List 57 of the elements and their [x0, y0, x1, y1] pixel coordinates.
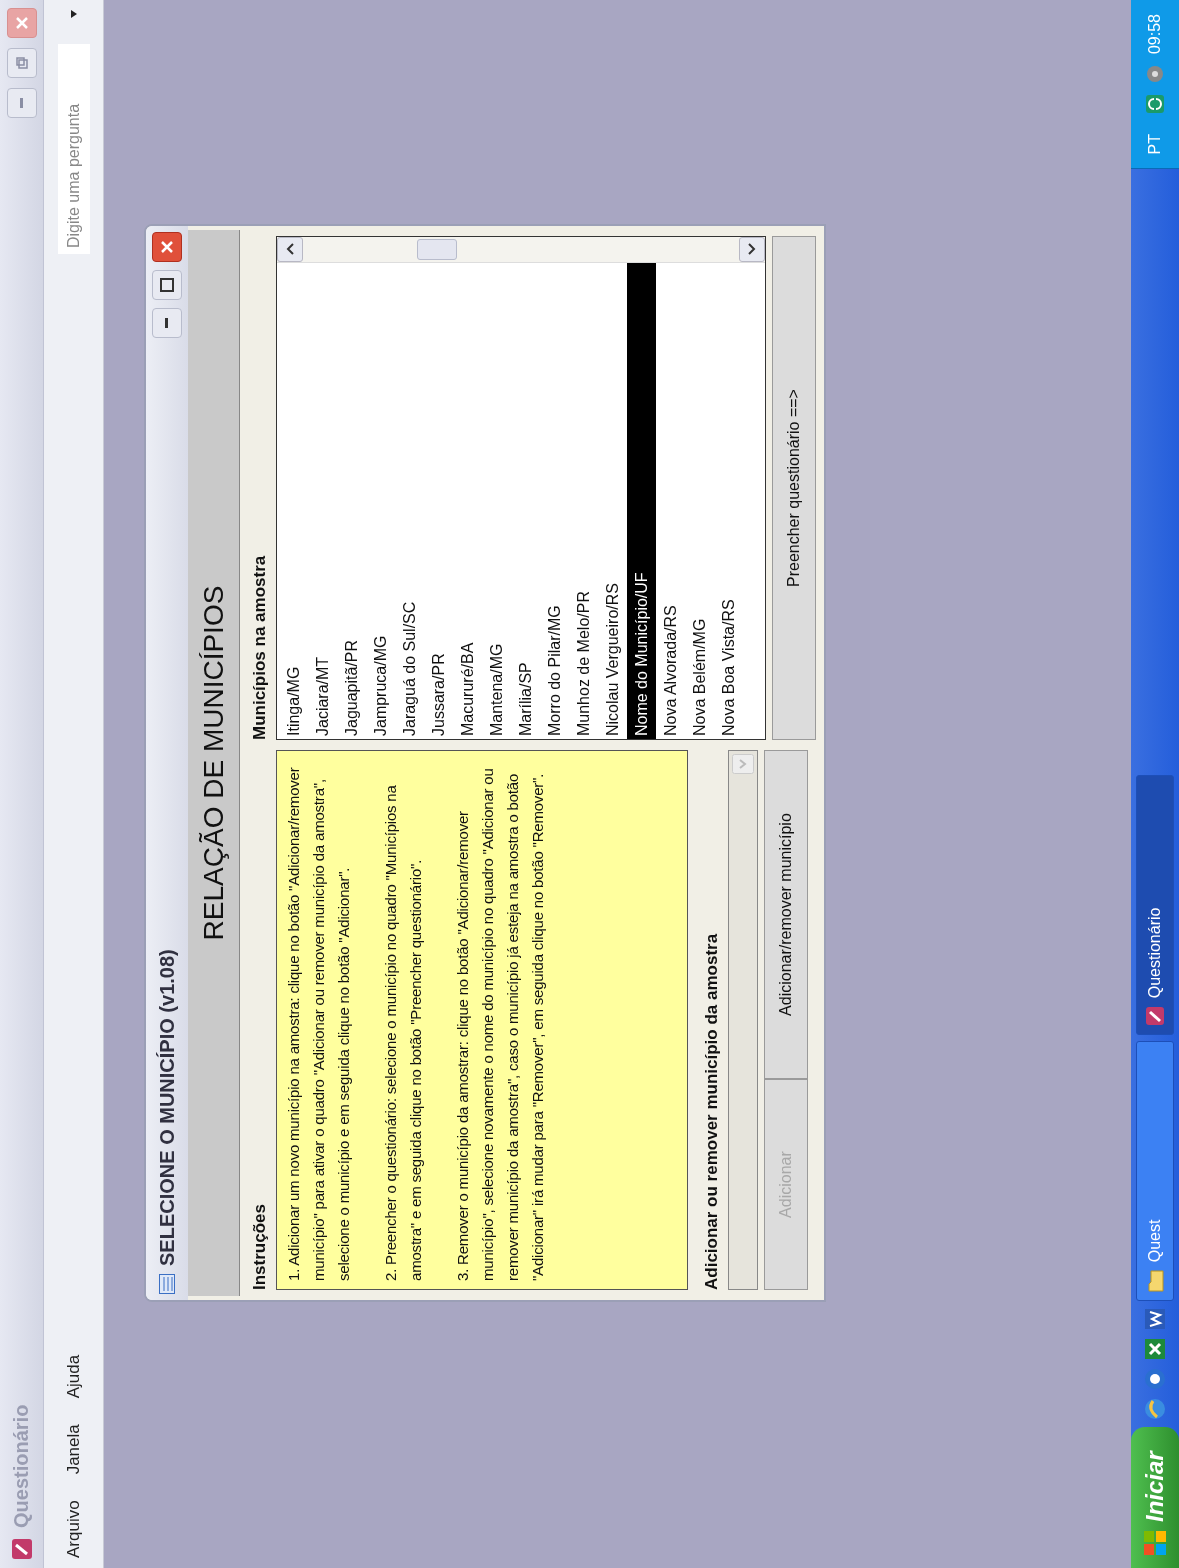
list-item[interactable]: Nova Boa Vista/RS: [714, 263, 743, 739]
speaker-icon[interactable]: [1145, 64, 1165, 85]
list-item[interactable]: Macururé/BA: [453, 263, 482, 739]
list-item[interactable]: Nova Belém/MG: [685, 263, 714, 739]
taskbar-button[interactable]: Questionário: [1136, 775, 1174, 1036]
list-item[interactable]: Nome do Município/UF: [627, 263, 656, 739]
close-icon: [160, 240, 175, 254]
dropdown-arrow-icon[interactable]: [68, 10, 79, 18]
windows-flag-icon: [1143, 1530, 1167, 1556]
section-label: Instruções: [250, 1203, 270, 1290]
section-label: Adicionar ou remover município da amostra: [702, 932, 722, 1290]
restore-icon: [15, 57, 28, 69]
menu-item[interactable]: Janela: [63, 1424, 84, 1475]
clock: 09:58: [1146, 14, 1164, 55]
list-item[interactable]: Jaraguá do Sul/SC: [395, 263, 424, 739]
list-item[interactable]: Jampruca/MG: [366, 263, 395, 739]
form-icon: [159, 1274, 176, 1294]
list-item[interactable]: Jussara/PR: [424, 263, 453, 739]
menu-item[interactable]: Ajuda: [63, 1354, 84, 1399]
help-search-field[interactable]: Digite uma pergunta: [57, 44, 90, 254]
scroll-thumb[interactable]: [417, 239, 457, 260]
app-icon: [1145, 1006, 1165, 1027]
sync-icon[interactable]: [1145, 94, 1165, 115]
taskbar-button[interactable]: Quest: [1136, 1041, 1174, 1302]
list-item[interactable]: Mantena/MG: [482, 263, 511, 739]
list-item[interactable]: Morro do Pilar/MG: [540, 263, 569, 739]
close-button[interactable]: [152, 232, 183, 262]
list-item[interactable]: Jaciara/MT: [308, 263, 337, 739]
scrollbar[interactable]: [277, 237, 765, 263]
menu-item[interactable]: Arquivo: [63, 1500, 84, 1558]
close-icon: [14, 16, 29, 30]
minimize-icon: [19, 98, 24, 108]
list-item[interactable]: Munhoz de Melo/PR: [569, 263, 598, 739]
action-button[interactable]: Adicionar/remover município: [764, 750, 808, 1080]
dialog-title: SELECIONE O MUNICÍPIO (v1.08): [155, 949, 179, 1266]
minimize-icon: [165, 318, 170, 328]
instruction-text: 3. Remover o município da amostrar: clique no botão "Adicionar/remover município", selecione novamente o nome do município no quadro "Adicionar ou remover município da amostra", caso o município já esteja na amostra o botão "Adicionar" irá mudar para "Remover", em seguida clique no botão "Remover".: [453, 767, 547, 1281]
spreadsheet-icon[interactable]: [1143, 1337, 1167, 1362]
maximize-button[interactable]: [152, 270, 183, 300]
browser-icon[interactable]: [1143, 1397, 1167, 1422]
minimize-button[interactable]: [152, 308, 183, 338]
list-item[interactable]: Itinga/MG: [279, 263, 308, 739]
list-item[interactable]: Jaguapitã/PR: [337, 263, 366, 739]
app-icon: [10, 1538, 33, 1560]
instruction-text: 1. Adicionar um novo município na amostra: clique no botão "Adicionar/remover município" para ativar o quadro "Adicionar ou remover município da amostra", selecione o município e em seguida clique no botão "Adicionar".: [284, 766, 353, 1281]
instruction-text: 2. Preencher o questionário: selecione o município no quadro "Municípios na amostra" e em seguida clique no botão "Preencher questionário".: [381, 784, 425, 1281]
document-icon[interactable]: [1143, 1307, 1167, 1332]
form-heading: RELAÇÃO DE MUNICÍPIOS: [188, 230, 240, 1296]
list-item[interactable]: Nicolau Vergueiro/RS: [598, 263, 627, 739]
window-title: Questionário: [10, 1404, 33, 1528]
globe-icon[interactable]: [1143, 1367, 1167, 1392]
folder-icon: [1146, 1270, 1164, 1293]
list-item[interactable]: Nova Alvorada/RS: [656, 263, 685, 739]
maximize-icon: [160, 278, 175, 292]
fill-questionnaire-button[interactable]: Preencher questionário ==>: [772, 236, 816, 740]
section-label: Municípios na amostra: [250, 554, 270, 740]
list-item[interactable]: Marília/SP: [511, 263, 540, 739]
